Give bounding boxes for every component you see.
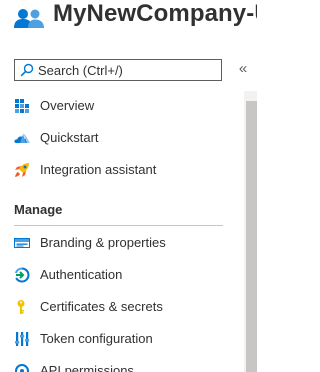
sidebar-item-label: Authentication <box>40 267 123 282</box>
section-header-manage: Manage <box>14 202 63 217</box>
sidebar-item-label: Certificates & secrets <box>40 299 163 314</box>
branding-icon <box>14 238 30 248</box>
sidebar-item-label: Branding & properties <box>40 235 166 250</box>
token-bars-icon <box>15 332 30 346</box>
key-icon <box>17 300 25 314</box>
search-box[interactable] <box>14 59 222 81</box>
sidebar-item-label: Overview <box>40 98 95 113</box>
integration-rocket-icon <box>15 163 29 177</box>
sidebar-item-authentication[interactable]: Authentication <box>0 261 240 289</box>
search-icon <box>20 63 34 77</box>
sidebar-item-certificates-secrets[interactable]: Certificates & secrets <box>0 293 240 321</box>
quickstart-cloud-icon <box>14 133 30 143</box>
double-chevron-left-icon: « <box>238 60 248 77</box>
sidebar-item-integration-assistant[interactable]: Integration assistant <box>0 156 240 184</box>
scrollbar-thumb[interactable] <box>246 101 257 372</box>
search-input[interactable] <box>38 61 218 79</box>
collapse-menu-button[interactable]: « <box>236 60 250 78</box>
api-permissions-icon <box>15 364 29 372</box>
authentication-icon <box>14 267 30 283</box>
sidebar-item-api-permissions[interactable]: API permissions <box>0 357 240 372</box>
sidebar-item-label: Quickstart <box>40 130 99 145</box>
sidebar-item-branding-properties[interactable]: Branding & properties <box>0 229 240 257</box>
sidebar-item-quickstart[interactable]: Quickstart <box>0 124 240 152</box>
sidebar-item-token-configuration[interactable]: Token configuration <box>0 325 240 353</box>
sidebar-item-label: API permissions <box>40 363 134 372</box>
sidebar-item-label: Token configuration <box>40 331 153 346</box>
overview-grid-icon <box>15 99 29 113</box>
sidebar-item-overview[interactable]: Overview <box>0 92 240 120</box>
page-title: MyNewCompany-U <box>53 0 257 27</box>
sidebar-item-label: Integration assistant <box>40 162 157 177</box>
section-divider <box>14 225 223 226</box>
blade-header: MyNewCompany-U <box>0 0 257 34</box>
app-registration-icon <box>14 9 44 28</box>
app-registration-blade: MyNewCompany-U « Overview <box>0 0 257 372</box>
